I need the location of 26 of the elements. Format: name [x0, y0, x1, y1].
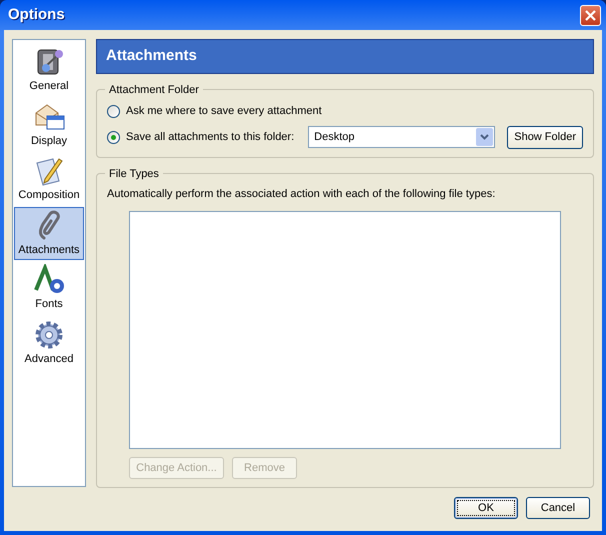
- gear-icon: [33, 318, 65, 350]
- window-title: Options: [8, 4, 65, 25]
- action-button: Change Action...: [129, 456, 224, 479]
- close-button[interactable]: [580, 4, 601, 26]
- folder-dropdown[interactable]: Desktop: [308, 126, 496, 148]
- dialog-button[interactable]: Cancel: [526, 497, 590, 519]
- sidebar-item[interactable]: Advanced: [14, 316, 84, 369]
- radio-button[interactable]: [107, 130, 120, 144]
- font-icon: [33, 264, 65, 296]
- group-label: File Types: [108, 166, 160, 182]
- group-label: Attachment Folder: [108, 82, 200, 98]
- dialog-button[interactable]: OK: [454, 497, 518, 519]
- description-text: Automatically perform the associated action with each of the following file types:: [107, 187, 496, 202]
- radio-button[interactable]: [107, 104, 120, 118]
- sidebar-item[interactable]: Composition: [14, 152, 84, 206]
- dropdown-value: Desktop: [314, 130, 355, 145]
- radio-label[interactable]: Save all attachments to this folder:: [126, 129, 294, 146]
- sidebar-item[interactable]: General: [14, 43, 84, 96]
- show-folder-button[interactable]: Show Folder: [507, 126, 583, 148]
- action-button: Remove: [232, 456, 297, 479]
- close-icon: [584, 8, 597, 22]
- sidebar-item[interactable]: Fonts: [14, 261, 84, 314]
- sidebar-item[interactable]: Attachments: [14, 206, 84, 260]
- radio-label[interactable]: Ask me where to save every attachment: [126, 102, 322, 120]
- sidebar-item[interactable]: Display: [14, 98, 84, 151]
- panel-title: Attachments: [96, 39, 594, 74]
